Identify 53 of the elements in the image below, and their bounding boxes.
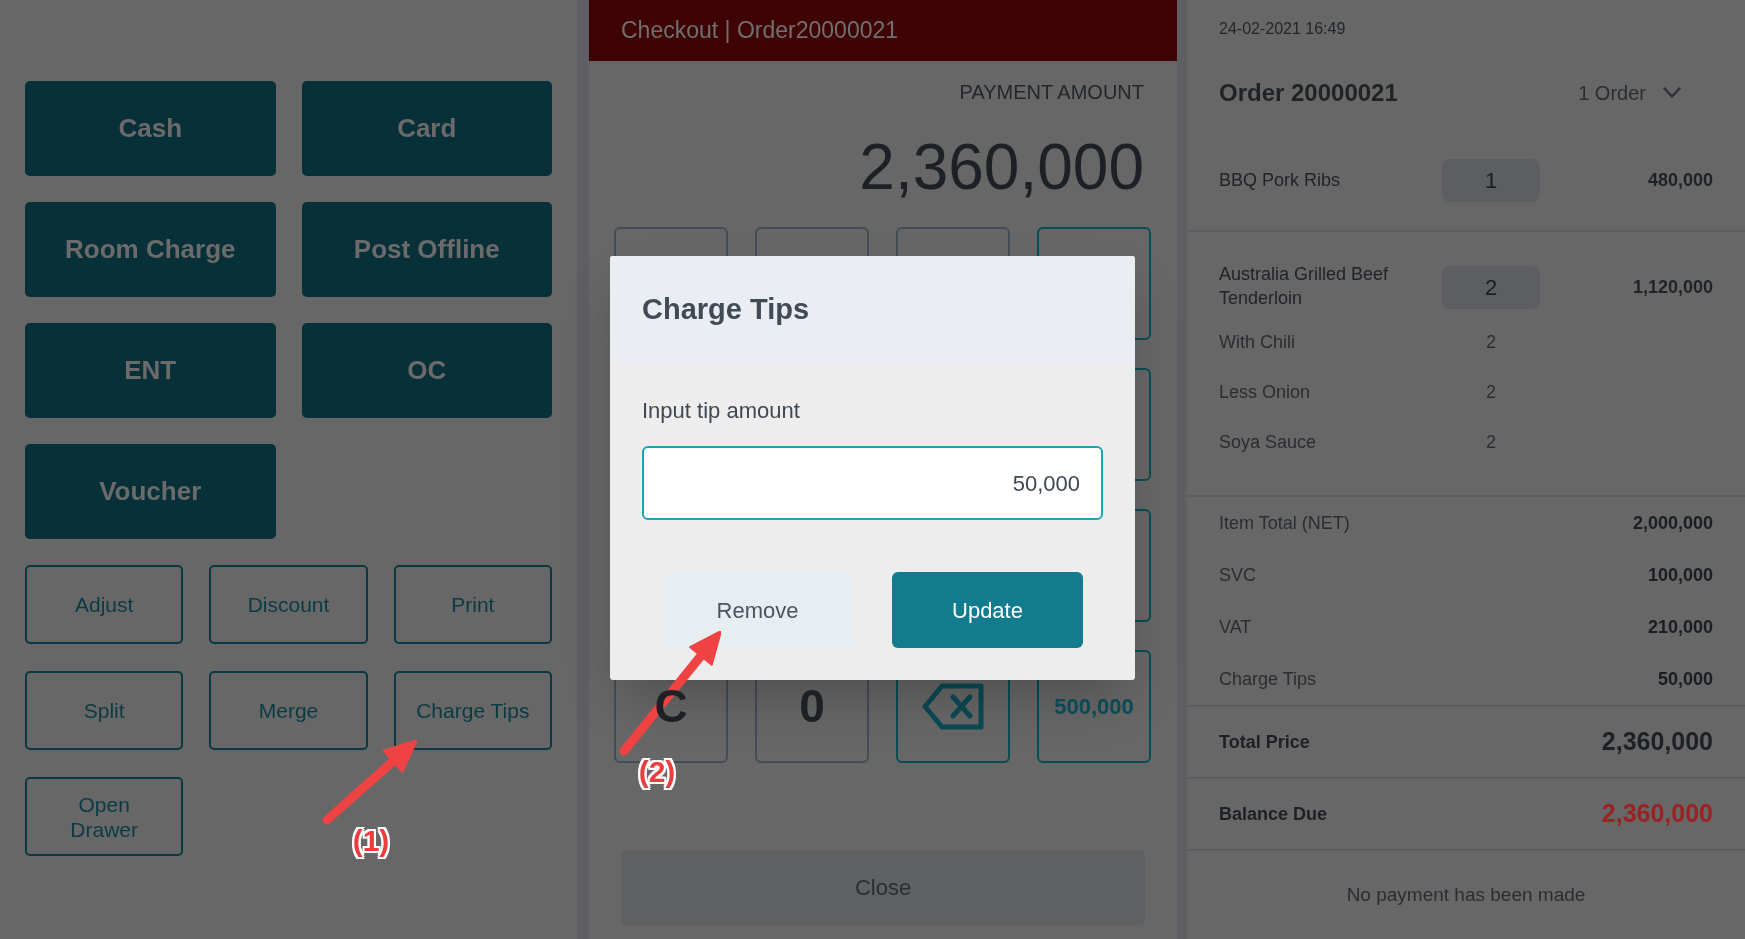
payment-method-button[interactable]: Post Offline — [301, 202, 552, 297]
payment-amount: 2,360,000 — [859, 135, 1144, 199]
balance-label: Balance Due — [1219, 802, 1328, 826]
action-button[interactable]: Discount — [209, 565, 368, 644]
order-timestamp: 24-02-2021 16:49 — [1219, 19, 1346, 39]
remove-button[interactable]: Remove — [662, 572, 853, 648]
item-price: 1,120,000 — [1632, 276, 1713, 297]
item-name: Australia Grilled Beef Tenderloin — [1219, 264, 1389, 308]
dialog-title: Charge Tips — [642, 291, 810, 327]
chevron-down-icon — [1663, 87, 1681, 99]
action-button[interactable]: Open Drawer — [25, 777, 184, 856]
update-button[interactable]: Update — [892, 572, 1083, 648]
action-button[interactable]: Print — [393, 565, 552, 644]
payment-method-button[interactable]: Cash — [25, 81, 276, 176]
charge-label: Item Total (NET) — [1219, 511, 1350, 535]
charge-label: SVC — [1219, 563, 1256, 587]
total-value: 2,360,000 — [1601, 726, 1713, 758]
payment-method-button[interactable]: OC — [301, 323, 552, 418]
annotation-label: (1) — [351, 823, 391, 859]
order-title: Order 20000021 — [1219, 78, 1398, 108]
charge-value: 210,000 — [1647, 615, 1713, 639]
field-label: Input tip amount — [642, 398, 800, 423]
action-button[interactable]: Merge — [209, 671, 368, 750]
action-button[interactable]: Charge Tips — [393, 671, 552, 750]
charge-value: 2,000,000 — [1632, 511, 1713, 535]
modifier-quantity: 2 — [1486, 331, 1496, 352]
item-price: 480,000 — [1647, 170, 1713, 190]
charge-label: VAT — [1219, 615, 1252, 639]
backspace-icon — [922, 683, 984, 730]
charge-label: Charge Tips — [1219, 667, 1317, 691]
action-button[interactable]: Split — [25, 671, 184, 750]
item-name: BBQ Pork Ribs — [1219, 169, 1341, 190]
payment-amount-label: PAYMENT AMOUNT — [959, 80, 1144, 105]
payment-method-button[interactable]: Voucher — [25, 444, 276, 539]
payment-method-button[interactable]: ENT — [25, 323, 276, 418]
modifier-quantity: 2 — [1486, 431, 1496, 452]
balance-value: 2,360,000 — [1601, 798, 1713, 830]
modifier-name: Less Onion — [1219, 381, 1311, 402]
charge-value: 100,000 — [1647, 563, 1713, 587]
charge-value: 50,000 — [1657, 667, 1713, 691]
modifier-quantity: 2 — [1486, 381, 1496, 402]
quantity-badge: 2 — [1442, 265, 1540, 309]
total-label: Total Price — [1219, 730, 1310, 754]
payment-method-button[interactable]: Card — [301, 81, 552, 176]
action-button[interactable]: Adjust — [25, 565, 184, 644]
checkout-title: Checkout | Order20000021 — [621, 16, 899, 46]
order-selector[interactable]: 1 Order — [1578, 78, 1681, 108]
tip-amount-field[interactable]: 50,000 — [642, 446, 1103, 520]
quantity-badge: 1 — [1442, 159, 1540, 202]
modifier-name: Soya Sauce — [1219, 431, 1317, 452]
payment-method-button[interactable]: Room Charge — [25, 202, 276, 297]
payment-status: No payment has been made — [1346, 882, 1586, 907]
modifier-name: With Chili — [1219, 331, 1295, 352]
